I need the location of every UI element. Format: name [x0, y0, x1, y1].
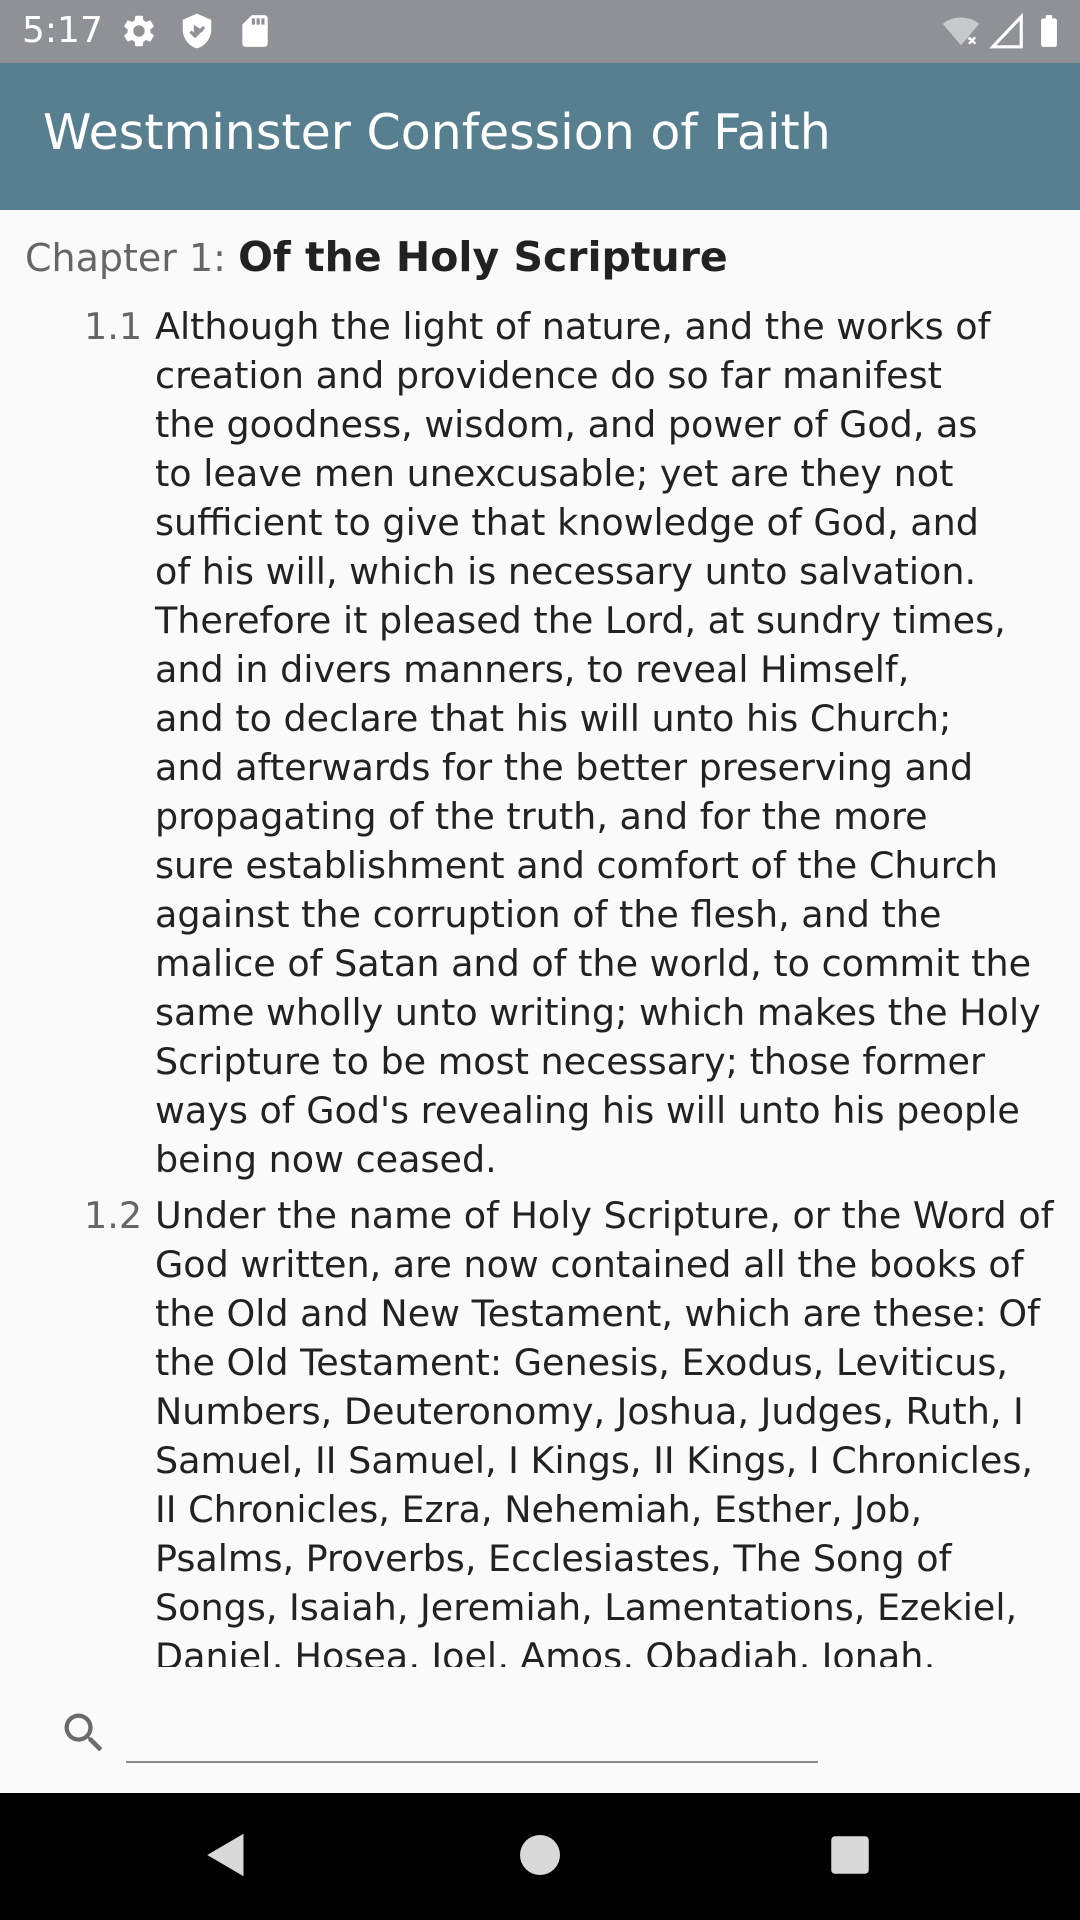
section-line: Songs, Isaiah, Jeremiah, Lamentations, E…: [155, 1586, 1018, 1629]
home-icon[interactable]: [510, 1825, 570, 1885]
section-line: malice of Satan and of the world, to com…: [155, 942, 1032, 985]
confession-content[interactable]: Chapter 1: Of the Holy Scripture 1.1 Alt…: [0, 210, 1080, 1667]
section-line: Samuel, II Samuel, I Kings, II Kings, I …: [155, 1439, 1033, 1482]
section-line: propagating of the truth, and for the mo…: [155, 795, 928, 838]
search-icon[interactable]: [58, 1707, 110, 1759]
section-line: the Old Testament: Genesis, Exodus, Levi…: [155, 1341, 1009, 1384]
sd-card-icon: [242, 15, 268, 47]
section-text: Although the light of nature, and the wo…: [155, 302, 1060, 1184]
search-bar: [0, 1667, 1080, 1793]
app-bar: Westminster Confession of Faith: [0, 63, 1080, 210]
back-icon[interactable]: [196, 1825, 256, 1885]
battery-icon: [1041, 15, 1057, 47]
section-line: II Chronicles, Ezra, Nehemiah, Esther, J…: [155, 1488, 923, 1531]
section-line: ways of God's revealing his will unto hi…: [155, 1089, 1020, 1132]
section-line: sure establishment and comfort of the Ch…: [155, 844, 998, 887]
search-input[interactable]: [126, 1703, 818, 1763]
navigation-bar: [0, 1793, 1080, 1920]
section-line: the Old and New Testament, which are the…: [155, 1292, 1040, 1335]
section-line: and to declare that his will unto his Ch…: [155, 697, 952, 740]
chapter-prefix: Chapter 1:: [25, 236, 239, 280]
section-line: Although the light of nature, and the wo…: [155, 305, 991, 348]
section-line: God written, are now contained all the b…: [155, 1243, 1024, 1286]
section-text: Under the name of Holy Scripture, or the…: [155, 1191, 1060, 1667]
status-bar: 5:17: [0, 0, 1080, 63]
section-line: and afterwards for the better preserving…: [155, 746, 974, 789]
section-line: Therefore it pleased the Lord, at sundry…: [155, 599, 1006, 642]
section-line: Scripture to be most necessary; those fo…: [155, 1040, 985, 1083]
section-number: 1.1: [84, 305, 143, 348]
section-line: being now ceased.: [155, 1138, 497, 1181]
section-number: 1.2: [84, 1194, 143, 1237]
section-line: of his will, which is necessary unto sal…: [155, 550, 977, 593]
chapter-header: Chapter 1: Of the Holy Scripture: [25, 230, 728, 285]
signal-icon: [989, 12, 1023, 49]
settings-icon: [124, 15, 154, 47]
section-line: Under the name of Holy Scripture, or the…: [155, 1194, 1054, 1237]
section-line: the goodness, wisdom, and power of God, …: [155, 403, 978, 446]
section-line: against the corruption of the flesh, and…: [155, 893, 942, 936]
section-line: same wholly unto writing; which makes th…: [155, 991, 1041, 1034]
app-title: Westminster Confession of Faith: [43, 104, 831, 161]
recents-icon[interactable]: [820, 1825, 880, 1885]
section-line: creation and providence do so far manife…: [155, 354, 942, 397]
status-time: 5:17: [22, 10, 103, 51]
chapter-title: Of the Holy Scripture: [238, 233, 728, 281]
wifi-icon: [942, 17, 980, 46]
section-line: and in divers manners, to reveal Himself…: [155, 648, 910, 691]
section-line: to leave men unexcusable; yet are they n…: [155, 452, 954, 495]
section-line: Daniel, Hosea, Joel, Amos, Obadiah, Jona…: [155, 1635, 935, 1667]
section-line: sufficient to give that knowledge of God…: [155, 501, 979, 544]
section-line: Numbers, Deuteronomy, Joshua, Judges, Ru…: [155, 1390, 1024, 1433]
shield-icon: [182, 13, 212, 49]
section-line: Psalms, Proverbs, Ecclesiastes, The Song…: [155, 1537, 952, 1580]
